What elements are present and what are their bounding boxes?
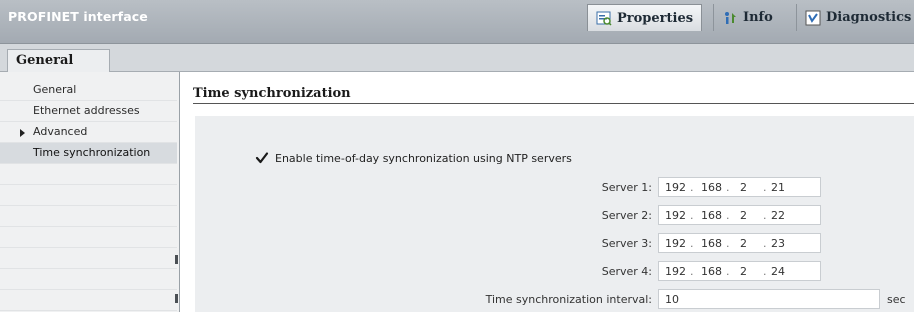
ip-octet-2[interactable]: 168 <box>701 209 722 222</box>
nav-item-label: Ethernet addresses <box>33 104 140 117</box>
splitter-grip-icon[interactable] <box>175 294 178 303</box>
general-tab-strip: General <box>0 44 914 73</box>
nav-item-empty <box>0 290 177 311</box>
enable-ntp-label: Enable time-of-day synchronization using… <box>275 151 572 165</box>
properties-icon <box>596 10 612 26</box>
nav-item-empty <box>0 227 177 248</box>
server-3-ip-field[interactable]: 192 . 168 . 2 . 23 <box>658 233 821 253</box>
nav-item-ethernet-addresses[interactable]: Ethernet addresses <box>0 101 177 122</box>
tab-properties[interactable]: Properties <box>587 4 703 31</box>
ip-octet-3[interactable]: 2 <box>740 209 747 222</box>
interval-input[interactable]: 10 <box>658 289 880 309</box>
ip-octet-1[interactable]: 192 <box>665 209 686 222</box>
server-1-ip-field[interactable]: 192 . 168 . 2 . 21 <box>658 177 821 197</box>
inspector-titlebar: PROFINET interface Properties Info Diagn… <box>0 0 914 44</box>
tab-info-label: Info <box>743 10 773 25</box>
tab-info[interactable]: Info <box>713 4 781 31</box>
diagnostics-icon <box>805 10 821 26</box>
enable-ntp-checkbox[interactable]: Enable time-of-day synchronization using… <box>255 151 572 165</box>
checkmark-icon[interactable] <box>255 151 269 165</box>
nav-item-label: General <box>33 83 77 96</box>
interval-unit: sec <box>887 293 906 306</box>
server-3-label: Server 3: <box>601 237 652 250</box>
nav-item-empty <box>0 164 177 185</box>
property-nav: General Ethernet addresses Advanced Time… <box>0 72 180 312</box>
ip-octet-3[interactable]: 2 <box>740 181 747 194</box>
server-1-label: Server 1: <box>601 181 652 194</box>
ip-octet-4[interactable]: 23 <box>771 237 785 250</box>
tab-general[interactable]: General <box>7 49 110 73</box>
tab-diagnostics[interactable]: Diagnostics <box>796 4 914 31</box>
server-4-ip-field[interactable]: 192 . 168 . 2 . 24 <box>658 261 821 281</box>
ip-octet-2[interactable]: 168 <box>701 265 722 278</box>
section-title: Time synchronization <box>193 86 357 101</box>
server-2-ip-field[interactable]: 192 . 168 . 2 . 22 <box>658 205 821 225</box>
interval-label: Time synchronization interval: <box>485 293 652 306</box>
ip-octet-4[interactable]: 22 <box>771 209 785 222</box>
tab-properties-label: Properties <box>617 10 694 26</box>
nav-item-label: Time synchronization <box>33 146 151 159</box>
ip-octet-2[interactable]: 168 <box>701 181 722 194</box>
ip-octet-3[interactable]: 2 <box>740 237 747 250</box>
nav-item-empty <box>0 206 177 227</box>
ip-octet-1[interactable]: 192 <box>665 181 686 194</box>
server-2-label: Server 2: <box>601 209 652 222</box>
expand-arrow-icon[interactable] <box>20 129 25 137</box>
info-icon <box>722 10 738 26</box>
nav-item-empty <box>0 185 177 206</box>
nav-item-time-synchronization[interactable]: Time synchronization <box>0 143 177 164</box>
nav-item-empty <box>0 269 177 290</box>
ip-octet-1[interactable]: 192 <box>665 237 686 250</box>
nav-item-label: Advanced <box>33 125 88 138</box>
ip-octet-4[interactable]: 21 <box>771 181 785 194</box>
ip-octet-1[interactable]: 192 <box>665 265 686 278</box>
section-divider <box>193 103 914 104</box>
ip-octet-2[interactable]: 168 <box>701 237 722 250</box>
tab-diagnostics-label: Diagnostics <box>826 10 912 25</box>
nav-item-general[interactable]: General <box>0 80 177 101</box>
ip-octet-3[interactable]: 2 <box>740 265 747 278</box>
server-4-label: Server 4: <box>601 265 652 278</box>
nav-item-advanced[interactable]: Advanced <box>0 122 177 143</box>
window-title: PROFINET interface <box>8 9 148 24</box>
ip-octet-4[interactable]: 24 <box>771 265 785 278</box>
splitter-grip-icon[interactable] <box>175 255 178 264</box>
nav-item-empty <box>0 248 177 269</box>
